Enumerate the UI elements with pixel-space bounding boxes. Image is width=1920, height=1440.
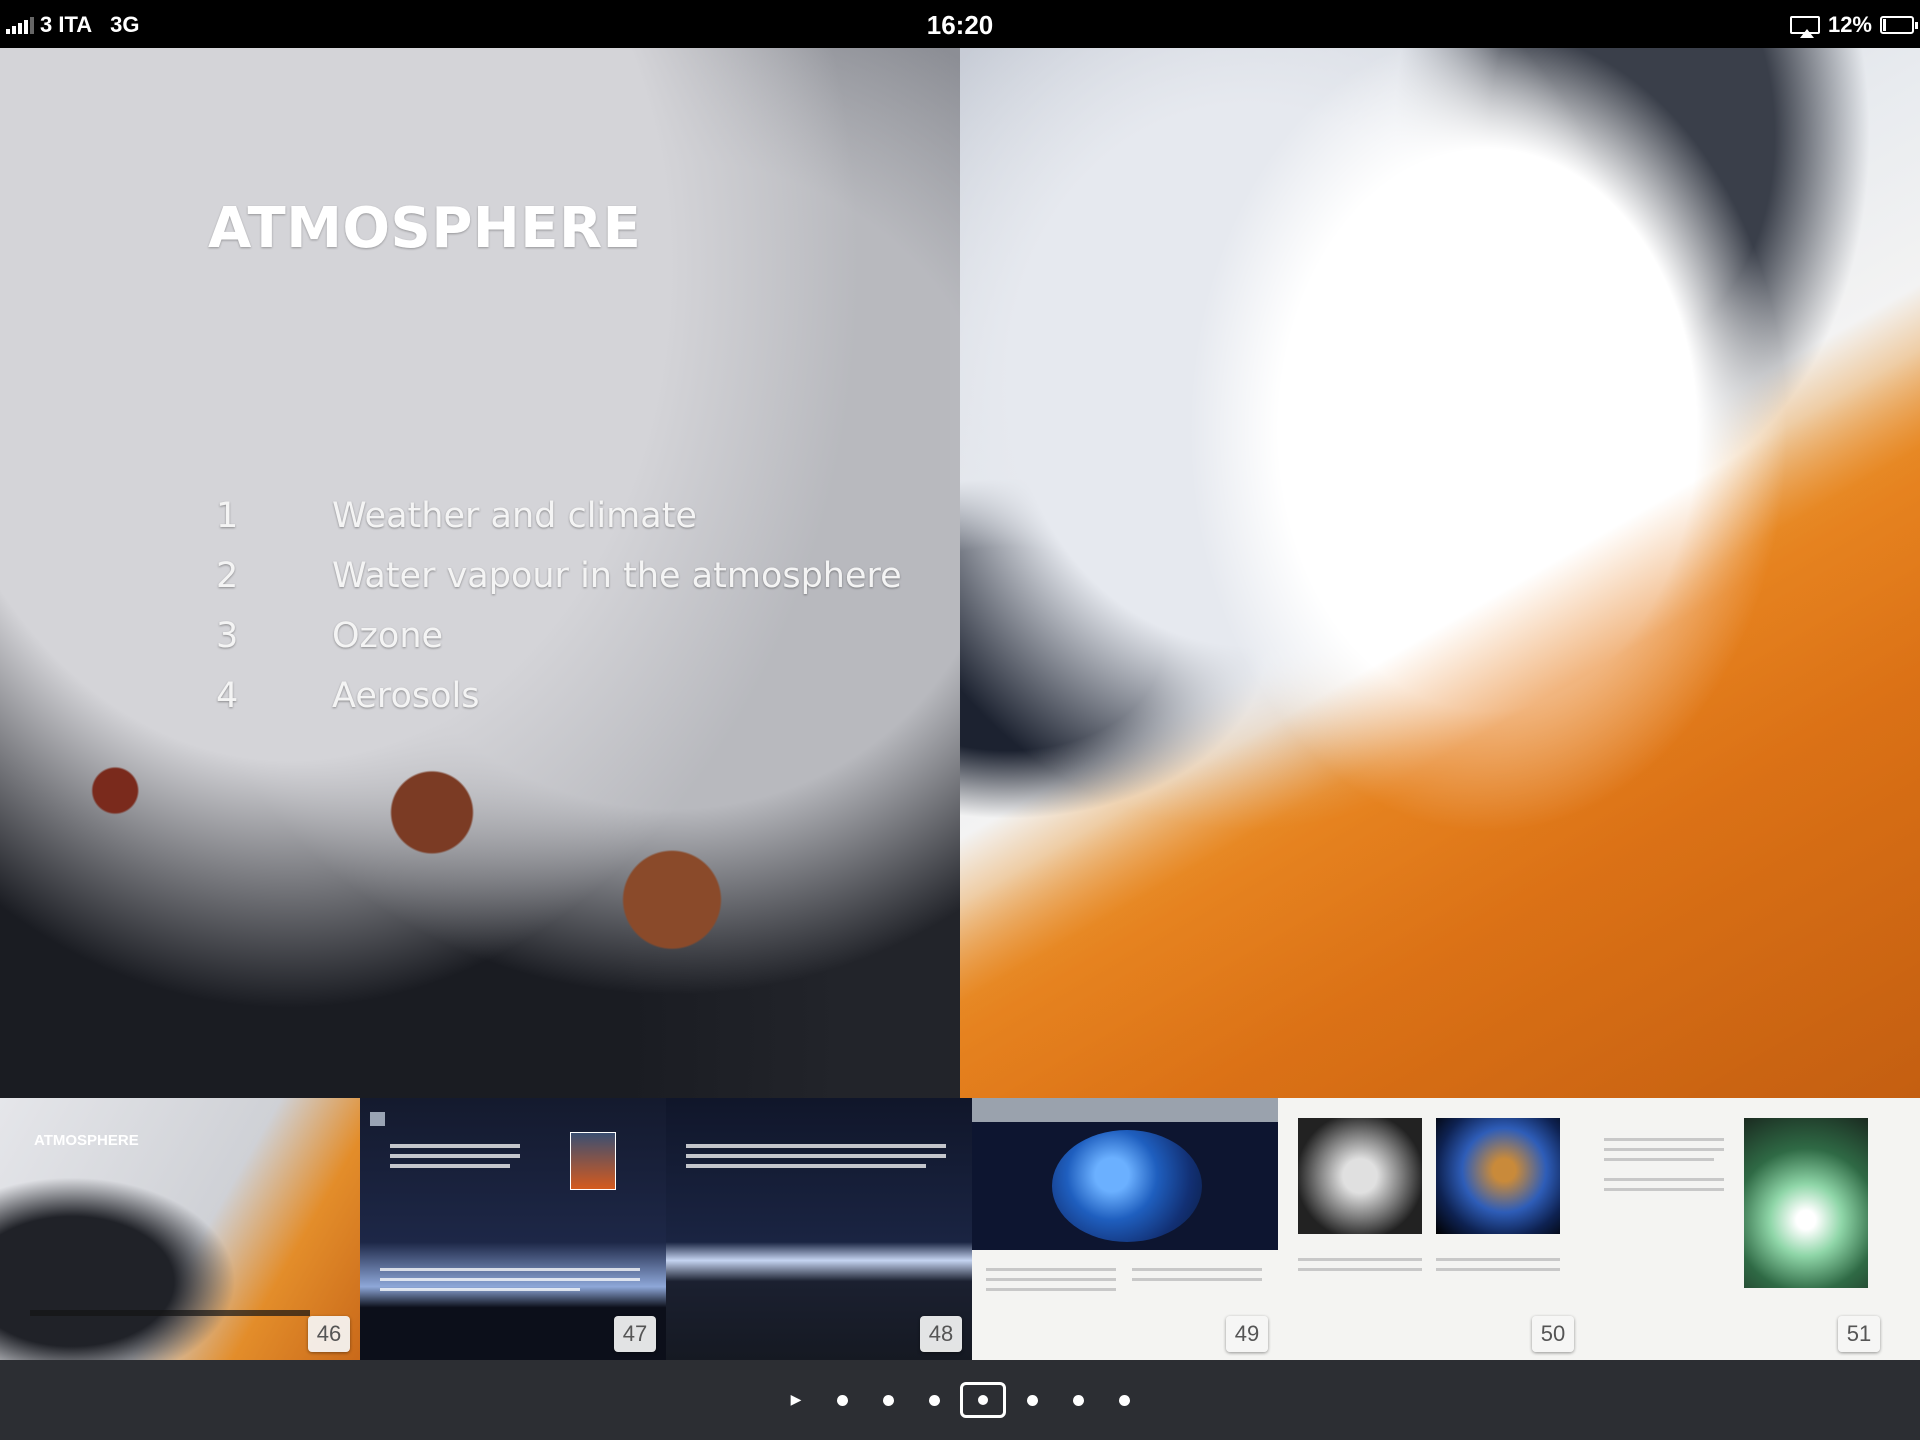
thumbnail-text-line [686,1154,946,1158]
thumbnail-text-line [986,1288,1116,1291]
globe-image [972,1122,1278,1250]
page-right-satellite-image[interactable] [960,48,1920,1140]
thumbnail-text-line [380,1268,640,1271]
page-number-badge: 50 [1532,1316,1574,1352]
page-number-badge: 46 [308,1316,350,1352]
toc-item-number: 1 [216,496,239,536]
page-dot-icon [978,1395,988,1405]
thumbnail-text-line [1298,1258,1422,1261]
page-number-badge: 49 [1226,1316,1268,1352]
thumbnail-text-line [1132,1268,1262,1271]
page-number-badge: 51 [1838,1316,1880,1352]
page-number-badge: 48 [920,1316,962,1352]
earth-photo-color [1436,1118,1560,1234]
toc-item[interactable]: 3 Ozone [216,606,902,666]
thumbnail-text-line [1604,1188,1724,1191]
toc-item[interactable]: 1 Weather and climate [216,486,902,546]
thumbnail-text-line [686,1164,926,1168]
thumbnail-header [370,1112,386,1126]
astronaut-photo [570,1132,616,1190]
thumbnail-text-line [390,1164,510,1168]
play-icon[interactable]: ▶ [773,1377,819,1423]
thumbnail-text-line [1604,1178,1724,1181]
battery-icon [1880,16,1918,34]
chapter-title: ATMOSPHERE [208,196,642,261]
page-dot[interactable] [1009,1377,1055,1423]
thumbnail-text-line [1604,1138,1724,1141]
thumbnail-page-46[interactable]: ATMOSPHERE 46 [0,1098,360,1360]
page-dot[interactable] [865,1377,911,1423]
thumbnail-page-51[interactable]: 51 [1584,1098,1920,1360]
earth-photo-bw [1298,1118,1422,1234]
toc-item-number: 4 [216,676,239,716]
toc-item-label: Water vapour in the atmosphere [332,556,902,596]
page-left-atmosphere[interactable]: ATMOSPHERE 1 Weather and climate 2 Water… [0,48,960,1140]
airplay-icon [1789,16,1820,38]
page-dot-icon [1118,1394,1130,1406]
page-indicator[interactable]: ▶ [0,1360,1920,1440]
thumbnail-text-line [380,1288,580,1291]
battery-fill [1883,19,1886,31]
thumbnail-text-line [986,1278,1116,1281]
page-dot-icon [836,1394,848,1406]
chapter-toc: 1 Weather and climate 2 Water vapour in … [216,486,902,726]
thumbnail-page-47[interactable]: 47 [360,1098,666,1360]
thumbnail-text-line [1436,1258,1560,1261]
thumbnail-text-line [686,1144,946,1148]
thumbnail-text-line [1604,1158,1714,1161]
page-number-badge: 47 [614,1316,656,1352]
toc-item[interactable]: 2 Water vapour in the atmosphere [216,546,902,606]
status-time: 16:20 [926,10,994,40]
thumbnail-strip[interactable]: ATMOSPHERE 46 47 48 49 50 51 [0,1098,1920,1360]
toc-item-number: 2 [216,556,239,596]
toc-item[interactable]: 4 Aerosols [216,666,902,726]
thumbnail-text-line [1604,1148,1724,1151]
toc-item-label: Weather and climate [332,496,697,536]
page-control-bar: ▶ [0,1360,1920,1440]
toc-item-label: Aerosols [332,676,480,716]
page-dot-icon [1072,1394,1084,1406]
page-dot-icon [1026,1394,1038,1406]
page-dot[interactable] [911,1377,957,1423]
thumbnail-page-49[interactable]: 49 [972,1098,1278,1360]
page-dot[interactable] [1055,1377,1101,1423]
thumbnail-text-line [1436,1268,1560,1271]
toc-item-label: Ozone [332,616,444,656]
hurricane-photo [1744,1118,1868,1288]
thumbnail-caption-bar [30,1310,310,1316]
battery-percent: 12% [1827,12,1872,37]
status-bar: 3 ITA 3G 16:20 12% [0,0,1920,48]
thumbnail-text-line [390,1144,520,1148]
thumbnail-text-line [390,1154,520,1158]
thumbnail-page-48[interactable]: 48 [666,1098,972,1360]
page-dot-icon [928,1394,940,1406]
toc-item-number: 3 [216,616,239,656]
thumbnail-text-line [1298,1268,1422,1271]
page-dot[interactable] [819,1377,865,1423]
thumbnail-header [972,1098,1278,1122]
thumbnail-text-line [380,1278,640,1281]
page-dot-icon [882,1394,894,1406]
thumbnail-page-50[interactable]: 50 [1278,1098,1584,1360]
thumbnail-text-line [986,1268,1116,1271]
thumbnail-text-line [1132,1278,1262,1281]
status-right: 12% [1789,12,1918,38]
page-dot-active[interactable] [960,1382,1006,1418]
thumbnail-title: ATMOSPHERE [34,1132,139,1149]
page-dot[interactable] [1101,1377,1147,1423]
